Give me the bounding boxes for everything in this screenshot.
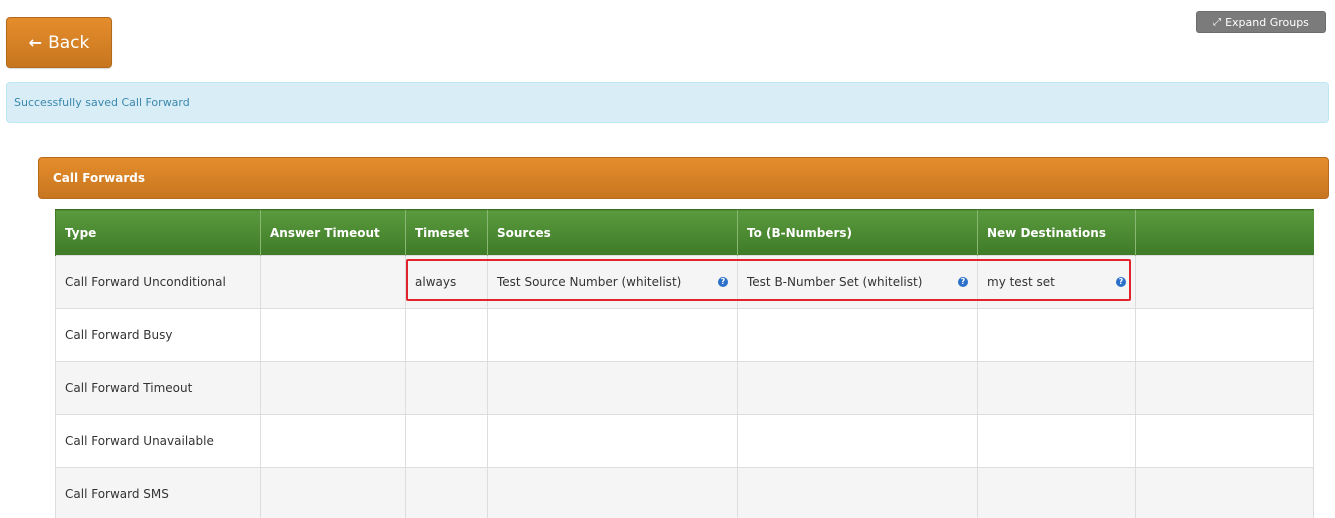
back-label: Back <box>48 32 90 53</box>
question-circle-icon[interactable]: ? <box>958 277 968 287</box>
alert-message: Successfully saved Call Forward <box>14 96 190 109</box>
cell-extra <box>1135 414 1314 468</box>
table-row[interactable]: Call Forward Unavailable <box>55 414 1314 468</box>
cell-sources: Test Source Number (whitelist) ? <box>487 255 738 309</box>
cell-answer-timeout <box>260 361 406 415</box>
cell-new-destinations: my test set ? <box>977 255 1136 309</box>
cell-answer-timeout <box>260 255 406 309</box>
cell-to-b-numbers: Test B-Number Set (whitelist) ? <box>737 255 978 309</box>
cell-to-b-numbers <box>737 414 978 468</box>
header-to-b-numbers[interactable]: To (B-Numbers) <box>737 209 978 256</box>
cell-new-destinations <box>977 308 1136 362</box>
header-type[interactable]: Type <box>55 209 261 256</box>
cell-answer-timeout <box>260 308 406 362</box>
sources-value: Test Source Number (whitelist) <box>497 275 682 289</box>
header-sources[interactable]: Sources <box>487 209 738 256</box>
cell-extra <box>1135 467 1314 518</box>
call-forwards-panel-header[interactable]: Call Forwards <box>38 157 1329 199</box>
question-circle-icon[interactable]: ? <box>718 277 728 287</box>
expand-arrows-icon: ⤢ <box>1213 16 1222 28</box>
expand-groups-label: Expand Groups <box>1225 15 1309 29</box>
cell-extra <box>1135 308 1314 362</box>
cell-extra <box>1135 361 1314 415</box>
cell-to-b-numbers <box>737 308 978 362</box>
cell-sources <box>487 467 738 518</box>
cell-sources <box>487 361 738 415</box>
header-timeset[interactable]: Timeset <box>405 209 488 256</box>
to-value: Test B-Number Set (whitelist) <box>747 275 923 289</box>
cell-to-b-numbers <box>737 361 978 415</box>
expand-groups-button[interactable]: ⤢ Expand Groups <box>1196 11 1326 33</box>
question-circle-icon[interactable]: ? <box>1116 277 1126 287</box>
destinations-value: my test set <box>987 275 1055 289</box>
cell-type: Call Forward Unavailable <box>55 414 261 468</box>
table-row[interactable]: Call Forward Timeout <box>55 361 1314 415</box>
success-alert: Successfully saved Call Forward <box>6 82 1329 123</box>
cell-type: Call Forward Busy <box>55 308 261 362</box>
cell-timeset <box>405 308 488 362</box>
call-forwards-table: Type Answer Timeout Timeset Sources To (… <box>55 209 1314 518</box>
cell-extra <box>1135 255 1314 309</box>
cell-answer-timeout <box>260 467 406 518</box>
cell-new-destinations <box>977 361 1136 415</box>
header-new-destinations[interactable]: New Destinations <box>977 209 1136 256</box>
arrow-left-icon: ← <box>28 33 43 52</box>
cell-timeset <box>405 467 488 518</box>
table-row[interactable]: Call Forward Unconditional always Test S… <box>55 255 1314 309</box>
back-button[interactable]: ← Back <box>6 17 112 68</box>
cell-type: Call Forward Unconditional <box>55 255 261 309</box>
cell-to-b-numbers <box>737 467 978 518</box>
table-row[interactable]: Call Forward SMS <box>55 467 1314 518</box>
cell-timeset: always <box>405 255 488 309</box>
panel-title: Call Forwards <box>53 171 146 185</box>
table-row[interactable]: Call Forward Busy <box>55 308 1314 362</box>
header-actions <box>1135 209 1314 256</box>
cell-type: Call Forward SMS <box>55 467 261 518</box>
cell-type: Call Forward Timeout <box>55 361 261 415</box>
cell-timeset <box>405 414 488 468</box>
cell-new-destinations <box>977 414 1136 468</box>
cell-new-destinations <box>977 467 1136 518</box>
cell-timeset <box>405 361 488 415</box>
cell-sources <box>487 308 738 362</box>
cell-answer-timeout <box>260 414 406 468</box>
cell-sources <box>487 414 738 468</box>
header-answer-timeout[interactable]: Answer Timeout <box>260 209 406 256</box>
table-header-row: Type Answer Timeout Timeset Sources To (… <box>55 209 1314 256</box>
